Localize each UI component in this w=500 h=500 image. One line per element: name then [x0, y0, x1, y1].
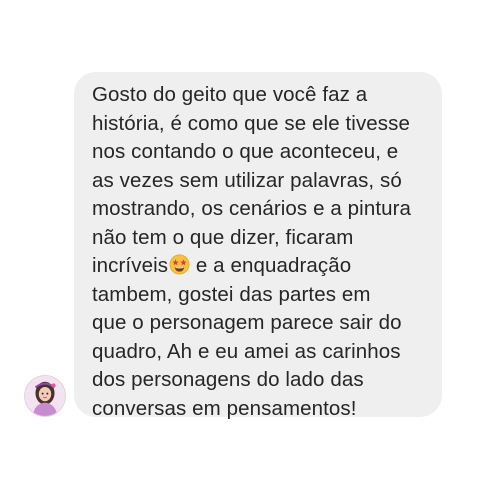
message-bubble[interactable]: Gosto do geito que você faz a história, … — [74, 72, 442, 420]
sender-avatar-icon[interactable] — [24, 375, 66, 417]
message-line-9: que o personagem parece sair do — [92, 311, 402, 334]
avatar-illustration — [25, 376, 65, 416]
message-line-7: incríveis e a enquadração — [92, 252, 432, 281]
message-text: Gosto do geito que você faz a história, … — [92, 81, 432, 423]
received-message-row: Gosto do geito que você faz a história, … — [22, 72, 442, 420]
message-line-11: dos personagens do lado das — [92, 368, 364, 391]
message-line-10: quadro, Ah e eu amei as carinhos — [92, 339, 401, 363]
message-line-6: não tem o que dizer, ficaram — [92, 225, 354, 249]
message-line-12: conversas em pensamentos! — [92, 396, 357, 420]
chat-thread: Gosto do geito que você faz a história, … — [0, 0, 500, 500]
message-line-7-end: e a enquadração — [190, 254, 352, 277]
message-line-8: tambem, gostei das partes em — [92, 282, 371, 306]
message-line-7-start: incríveis — [92, 254, 169, 277]
star-struck-emoji-icon — [169, 254, 190, 275]
message-line-3: nos contando o que aconteceu, e — [92, 140, 399, 163]
message-line-2: história, é como que se ele tivesse — [92, 111, 410, 135]
message-line-5: mostrando, os cenários e a pintura — [92, 197, 412, 220]
message-line-1: Gosto do geito que você faz a — [92, 83, 368, 106]
message-line-4: as vezes sem utilizar palavras, só — [92, 168, 402, 192]
